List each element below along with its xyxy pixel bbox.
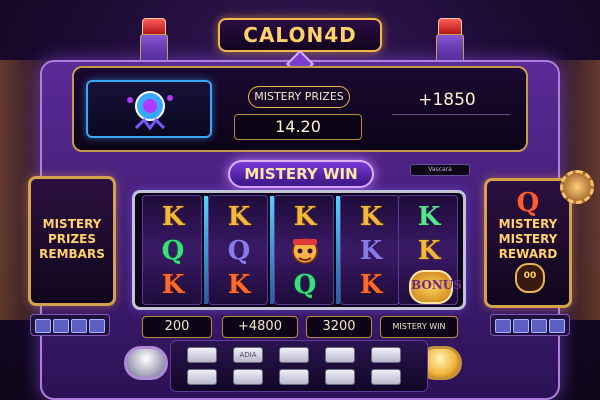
console-key[interactable]	[371, 369, 401, 385]
lamp-right	[436, 18, 464, 64]
bonus-underline	[392, 114, 510, 115]
game-logo	[86, 80, 212, 138]
reel-3: K Q	[274, 195, 334, 305]
reel-symbol: K	[359, 270, 383, 300]
gear-icon[interactable]	[560, 170, 594, 204]
console-key[interactable]	[371, 347, 401, 363]
right-panel-text: MISTERY MISTERY REWARD	[487, 217, 569, 262]
right-panel-badge: 00	[515, 263, 545, 293]
value-box-3: 3200	[306, 316, 372, 338]
left-side-panel: MISTERY PRIZES REMBARS	[28, 176, 116, 306]
console-key[interactable]	[187, 369, 217, 385]
reel-1: K Q K	[142, 195, 202, 305]
reel-symbol: K	[161, 270, 185, 300]
console-key[interactable]	[279, 369, 309, 385]
right-panel-line3: REWARD	[498, 247, 558, 261]
reel-symbol: K	[359, 202, 383, 232]
reel-symbol: Q	[227, 236, 251, 266]
console-key[interactable]	[279, 347, 309, 363]
reel-symbol: K	[417, 236, 441, 266]
reel-2: K Q K	[208, 195, 268, 305]
spin-button[interactable]	[124, 346, 168, 380]
bonus-amount: +1850	[418, 90, 476, 110]
left-keypad[interactable]	[30, 314, 110, 336]
reel-symbol: K	[417, 202, 441, 232]
small-info-tag: Vascara	[410, 164, 470, 176]
reel-4: K K K	[340, 195, 400, 305]
left-panel-line3: REMBARS	[39, 247, 105, 261]
right-side-panel: Q MISTERY MISTERY REWARD 00	[484, 178, 572, 308]
console-key[interactable]: ADIA	[233, 347, 263, 363]
lamp-left	[140, 18, 168, 64]
reel-symbol: Q	[293, 270, 317, 300]
reel-symbol: K	[293, 202, 317, 232]
reel-symbol: Q	[161, 236, 185, 266]
left-panel-line2: PRIZES	[47, 232, 97, 246]
value-box-1: 200	[142, 316, 212, 338]
control-console: ADIA	[170, 340, 428, 392]
mistery-win-banner: MISTERY WIN	[228, 160, 374, 188]
right-panel-line1: MISTERY	[498, 217, 558, 231]
left-panel-line1: MISTERY	[42, 217, 102, 231]
left-panel-text: MISTERY PRIZES REMBARS	[31, 217, 113, 262]
bonus-orb-icon: BONUS	[399, 268, 462, 304]
console-key[interactable]	[233, 369, 263, 385]
mistery-prizes-value: 14.20	[234, 114, 362, 140]
game-title: CALON4D	[218, 18, 382, 52]
console-key[interactable]	[325, 369, 355, 385]
reel-symbol: K	[227, 202, 251, 232]
right-keypad[interactable]	[490, 314, 570, 336]
console-key[interactable]	[325, 347, 355, 363]
reel-symbol: K	[161, 202, 185, 232]
mistery-prizes-label: MISTERY PRIZES	[248, 86, 350, 108]
console-key[interactable]	[187, 347, 217, 363]
mistery-win-box: MISTERY WIN	[380, 316, 458, 338]
value-box-2: +4800	[222, 316, 298, 338]
reel-symbol: K	[359, 236, 383, 266]
right-panel-q-symbol: Q	[516, 188, 540, 218]
reel-symbol: K	[227, 270, 251, 300]
character-symbol-icon	[275, 234, 335, 268]
reel-5: K K BONUS	[398, 195, 462, 305]
right-panel-line2: MISTERY	[498, 232, 558, 246]
